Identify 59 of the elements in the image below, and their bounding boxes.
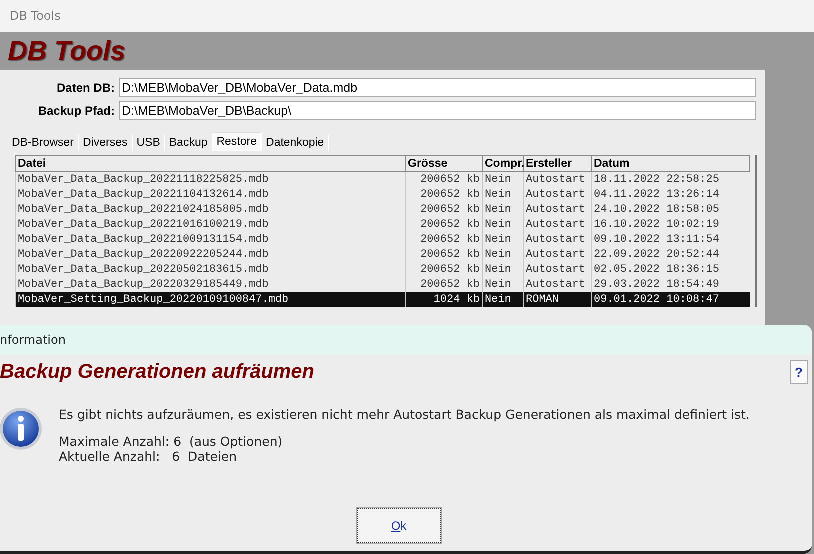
table-cell: 200652 kb [406, 247, 482, 262]
table-cell: 09.01.2022 10:08:47 [592, 292, 750, 307]
detail-line: Maximale Anzahl: 6 (aus Optionen) [59, 434, 284, 449]
table-cell: Nein [482, 172, 524, 187]
table-cell: MobaVer_Data_Backup_20221024185805.mdb [16, 202, 406, 217]
table-cell: MobaVer_Setting_Backup_20220109100847.mdb [16, 292, 406, 307]
table-cell: 200652 kb [406, 277, 482, 292]
path-field[interactable]: D:\MEB\MobaVer_DB\MobaVer_Data.mdb [119, 78, 756, 97]
tab[interactable]: Restore [212, 132, 262, 151]
table-cell: 200652 kb [406, 217, 482, 232]
info-icon [0, 407, 43, 451]
table-cell: MobaVer_Data_Backup_20220502183615.mdb [16, 262, 406, 277]
dialog-heading: Backup Generationen aufräumen [0, 360, 315, 384]
table-cell: Autostart [524, 232, 592, 247]
table-cell: MobaVer_Data_Backup_20221104132614.mdb [16, 187, 406, 202]
column-header[interactable]: Datei [16, 156, 406, 172]
table-cell: MobaVer_Data_Backup_20220329185449.mdb [16, 277, 406, 292]
table-cell: 200652 kb [406, 172, 482, 187]
table-cell: Autostart [524, 187, 592, 202]
dialog-title: nformation [0, 333, 66, 347]
table-cell: MobaVer_Data_Backup_20221009131154.mdb [16, 232, 406, 247]
column-header[interactable]: Compr. [482, 156, 524, 172]
table-cell: 200652 kb [406, 262, 482, 277]
window-title: DB Tools [10, 9, 61, 23]
table-cell: Nein [482, 232, 524, 247]
help-button[interactable]: ? [790, 360, 808, 384]
table-cell: 200652 kb [406, 202, 482, 217]
table-cell: Autostart [524, 247, 592, 262]
table-cell: MobaVer_Data_Backup_20220922205244.mdb [16, 247, 406, 262]
table-cell: Nein [482, 187, 524, 202]
table-cell: Autostart [524, 217, 592, 232]
table-cell: Autostart [524, 262, 592, 277]
table-cell: Nein [482, 202, 524, 217]
table-cell: MobaVer_Data_Backup_20221016100219.mdb [16, 217, 406, 232]
table-cell: Nein [482, 262, 524, 277]
path-field[interactable]: D:\MEB\MobaVer_DB\Backup\ [119, 101, 756, 120]
column-header[interactable]: Datum [592, 156, 750, 172]
table-cell: Nein [482, 292, 524, 307]
table-cell: 1024 kb [406, 292, 482, 307]
field-label: Backup Pfad: [37, 104, 116, 118]
table-cell: Autostart [524, 277, 592, 292]
table-cell: Nein [482, 277, 524, 292]
table-cell: Autostart [524, 172, 592, 187]
table-cell: 29.03.2022 18:54:49 [592, 277, 750, 292]
dialog-message: Es gibt nichts aufzuräumen, es existieren nicht mehr Autostart Backup Generationen als maximal definiert ist. [59, 407, 750, 422]
table-cell: Nein [482, 217, 524, 232]
field-label: Daten DB: [56, 80, 116, 94]
app-title: DB Tools [8, 36, 126, 66]
table-cell: Autostart [524, 202, 592, 217]
table-cell: ROMAN [524, 292, 592, 307]
table-cell: Nein [482, 247, 524, 262]
detail-line: Aktuelle Anzahl: 6 Dateien [59, 449, 238, 464]
table-cell: 18.11.2022 22:58:25 [592, 172, 750, 187]
column-header[interactable]: Ersteller [524, 156, 592, 172]
ok-button[interactable]: Ok [357, 508, 441, 543]
table-cell: 200652 kb [406, 187, 482, 202]
table-cell: 200652 kb [406, 232, 482, 247]
table-cell: MobaVer_Data_Backup_20221118225825.mdb [16, 172, 406, 187]
column-header[interactable]: Grösse [406, 156, 482, 172]
